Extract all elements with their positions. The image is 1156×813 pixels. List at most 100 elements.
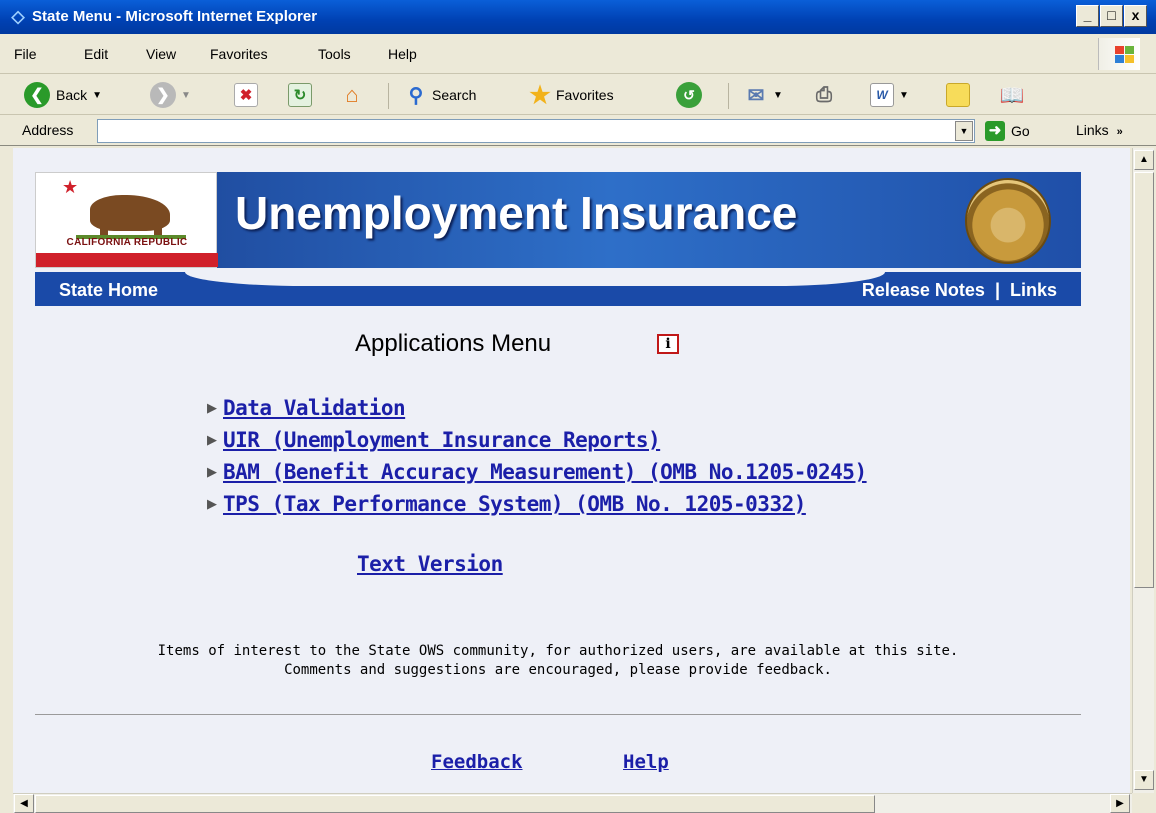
notice-line: Items of interest to the State OWS commu… — [157, 643, 959, 659]
ie-page-icon: ◇ — [11, 7, 25, 26]
header-banner: ★ CALIFORNIA REPUBLIC Unemployment Insur… — [35, 172, 1081, 268]
triangle-right-icon: ▶ — [1116, 798, 1124, 809]
data-validation-link[interactable]: Data Validation — [223, 396, 406, 420]
maximize-button[interactable]: □ — [1100, 5, 1123, 27]
notice-text: Items of interest to the State OWS commu… — [35, 642, 1081, 680]
favorites-button[interactable]: ★ Favorites — [528, 81, 614, 109]
release-notes-link[interactable]: Release Notes — [862, 280, 985, 301]
page-viewport: ★ CALIFORNIA REPUBLIC Unemployment Insur… — [13, 148, 1130, 793]
address-input[interactable] — [97, 119, 975, 143]
list-item: ▶ TPS (Tax Performance System) (OMB No. … — [207, 488, 867, 520]
stop-button[interactable]: ✖ — [234, 81, 258, 109]
search-button[interactable]: ⚲ Search — [404, 81, 477, 109]
forward-button[interactable]: ❯ ▼ — [150, 81, 191, 109]
back-arrow-icon: ❮ — [24, 82, 50, 108]
menu-edit[interactable]: Edit — [84, 46, 108, 62]
toolbar-separator — [728, 83, 729, 109]
go-button[interactable]: ➜ Go — [985, 121, 1030, 141]
triangle-up-icon: ▲ — [1139, 154, 1149, 165]
star-icon: ★ — [62, 177, 79, 197]
mail-button[interactable]: ✉ ▼ — [744, 81, 783, 109]
triangle-right-icon: ▶ — [207, 432, 217, 447]
links-link[interactable]: Links — [1010, 280, 1057, 301]
uir-link[interactable]: UIR (Unemployment Insurance Reports) — [223, 428, 661, 452]
triangle-right-icon: ▶ — [207, 496, 217, 511]
address-dropdown-button[interactable]: ▼ — [955, 121, 973, 141]
state-home-link[interactable]: State Home — [59, 280, 158, 301]
california-flag-logo: ★ CALIFORNIA REPUBLIC — [35, 172, 218, 268]
chevron-down-icon: ▼ — [181, 89, 191, 101]
address-bar: Address ▼ ➜ Go Links » — [0, 116, 1156, 146]
window-title: State Menu - Microsoft Internet Explorer — [32, 8, 318, 25]
back-button[interactable]: ❮ Back ▼ — [24, 81, 102, 109]
chevron-right-icon: » — [1116, 126, 1123, 138]
chevron-down-icon: ▼ — [773, 89, 783, 101]
info-icon[interactable]: i — [657, 334, 679, 354]
scroll-down-button[interactable]: ▼ — [1134, 770, 1154, 790]
close-button[interactable]: x — [1124, 5, 1147, 27]
feedback-link[interactable]: Feedback — [431, 751, 523, 773]
horizontal-scrollbar[interactable]: ◀ ▶ — [13, 793, 1132, 813]
menu-view[interactable]: View — [146, 46, 176, 62]
menu-help[interactable]: Help — [388, 46, 417, 62]
banner-title: Unemployment Insurance — [235, 187, 798, 239]
word-icon: W — [870, 83, 894, 107]
home-button[interactable]: ⌂ — [340, 81, 364, 109]
books-icon: 📖 — [999, 84, 1025, 107]
discuss-button[interactable] — [946, 81, 970, 109]
notice-line: Comments and suggestions are encouraged,… — [284, 662, 832, 678]
stop-icon: ✖ — [234, 83, 258, 107]
menu-favorites[interactable]: Favorites — [210, 46, 268, 62]
menu-bar: File Edit View Favorites Tools Help — [0, 34, 1156, 74]
research-button[interactable]: 📖 — [999, 81, 1025, 109]
refresh-button[interactable]: ↻ — [288, 81, 312, 109]
scroll-up-button[interactable]: ▲ — [1134, 150, 1154, 170]
menu-tools[interactable]: Tools — [318, 46, 351, 62]
windows-logo-icon — [1098, 38, 1140, 70]
scroll-left-button[interactable]: ◀ — [14, 794, 34, 813]
favorites-label: Favorites — [556, 87, 614, 103]
flag-stripe — [36, 253, 218, 267]
chevron-down-icon: ▼ — [92, 89, 103, 101]
vertical-scroll-thumb[interactable] — [1134, 172, 1154, 588]
go-label: Go — [1011, 123, 1030, 139]
minimize-button[interactable]: _ — [1076, 5, 1099, 27]
history-icon: ↺ — [676, 82, 702, 108]
help-link[interactable]: Help — [623, 751, 669, 773]
folder-icon — [946, 83, 970, 107]
chevron-down-icon: ▼ — [899, 89, 909, 101]
divider — [35, 714, 1081, 715]
standard-toolbar: ❮ Back ▼ ❯ ▼ ✖ ↻ ⌂ ⚲ Search ★ Favorites … — [0, 75, 1156, 115]
print-button[interactable]: ⎙ — [812, 81, 836, 109]
home-icon: ⌂ — [345, 82, 359, 107]
star-icon: ★ — [529, 81, 551, 109]
mail-icon: ✉ — [747, 84, 765, 107]
horizontal-scroll-thumb[interactable] — [35, 795, 875, 813]
vertical-scrollbar[interactable]: ▲ ▼ — [1132, 148, 1154, 793]
nav-right-links: Release Notes | Links — [862, 280, 1057, 301]
chevron-down-icon: ▼ — [959, 126, 969, 136]
links-label: Links — [1076, 122, 1109, 138]
triangle-right-icon: ▶ — [207, 400, 217, 415]
bam-link[interactable]: BAM (Benefit Accuracy Measurement) (OMB … — [223, 460, 867, 484]
nav-separator: | — [994, 280, 1000, 300]
printer-icon: ⎙ — [816, 83, 832, 106]
text-version-link[interactable]: Text Version — [357, 552, 503, 576]
scroll-right-button[interactable]: ▶ — [1110, 794, 1130, 813]
title-bar: ◇ State Menu - Microsoft Internet Explor… — [0, 0, 1156, 34]
forward-arrow-icon: ❯ — [150, 82, 176, 108]
flag-text: CALIFORNIA REPUBLIC — [66, 237, 188, 248]
list-item: ▶ Data Validation — [207, 392, 867, 424]
links-toolbar-button[interactable]: Links » — [1076, 122, 1123, 138]
tps-link[interactable]: TPS (Tax Performance System) (OMB No. 12… — [223, 492, 806, 516]
address-label: Address — [22, 122, 74, 138]
menu-file[interactable]: File — [14, 46, 37, 62]
nav-curve — [185, 272, 305, 286]
triangle-down-icon: ▼ — [1139, 774, 1149, 785]
applications-menu-title: Applications Menu — [355, 330, 552, 357]
triangle-left-icon: ◀ — [20, 798, 28, 809]
triangle-right-icon: ▶ — [207, 464, 217, 479]
history-button[interactable]: ↺ — [676, 81, 702, 109]
refresh-icon: ↻ — [288, 83, 312, 107]
edit-button[interactable]: W ▼ — [870, 81, 909, 109]
